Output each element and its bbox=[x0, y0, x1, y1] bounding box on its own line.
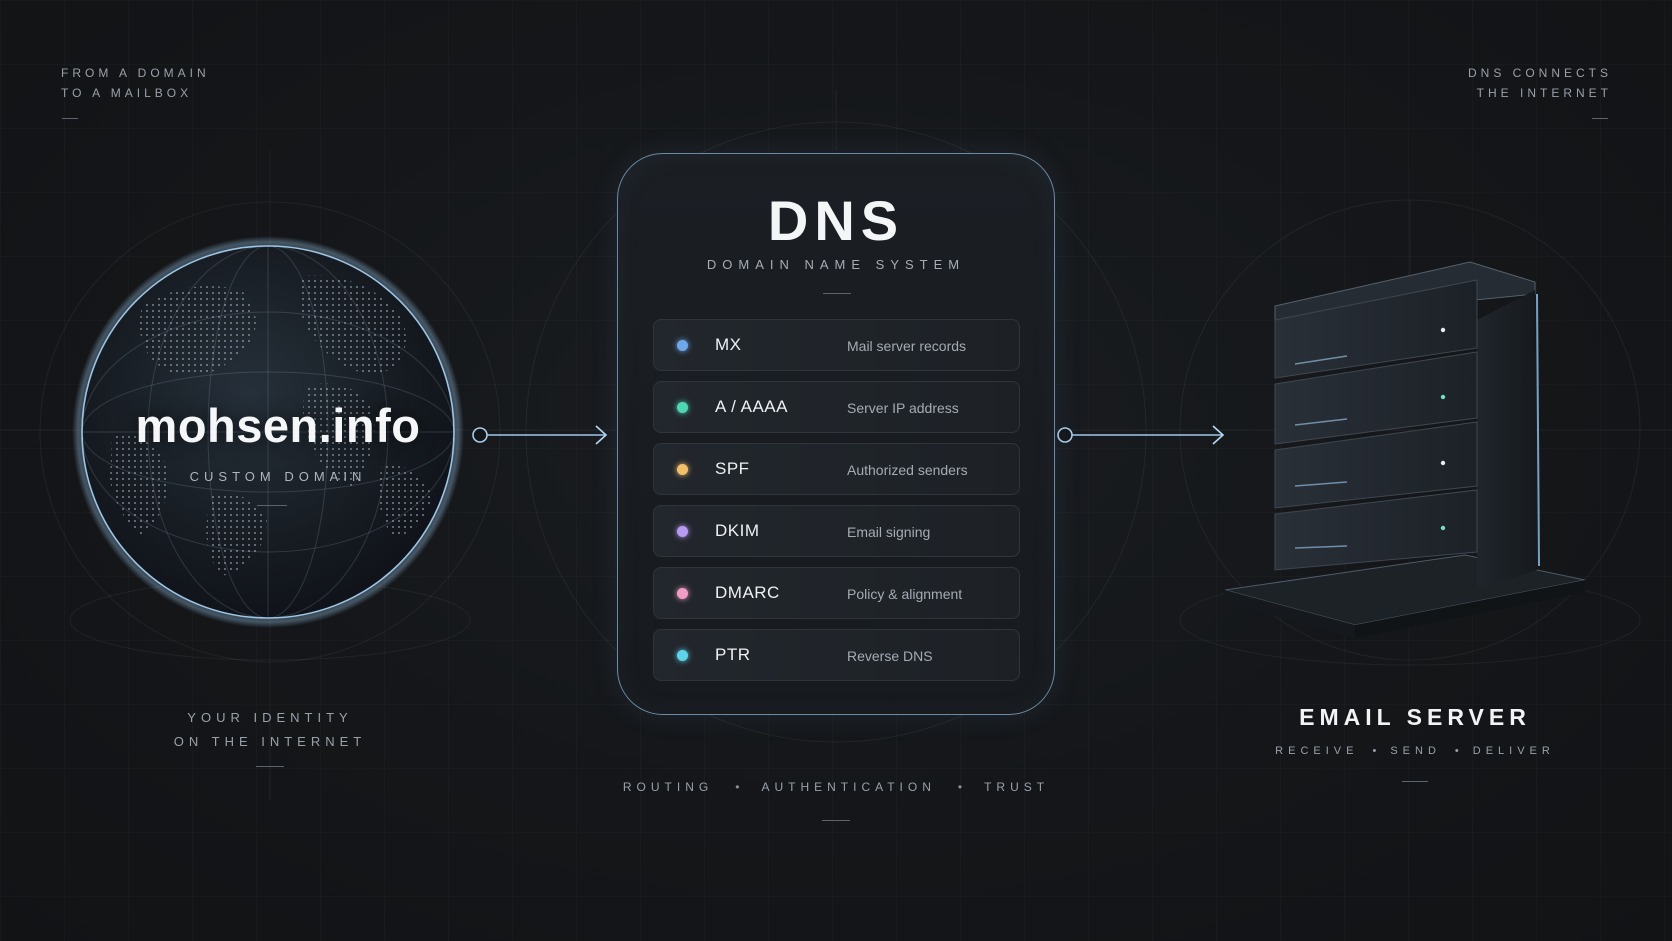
dns-tag: AUTHENTICATION bbox=[761, 780, 936, 794]
dns-record-row: DKIM Email signing bbox=[653, 505, 1020, 557]
dns-record-row: A / AAAA Server IP address bbox=[653, 381, 1020, 433]
record-description: Reverse DNS bbox=[847, 648, 933, 664]
status-dot-icon bbox=[677, 402, 688, 413]
dns-record-row: DMARC Policy & alignment bbox=[653, 567, 1020, 619]
connector-domain-to-dns bbox=[472, 425, 608, 445]
corner-right-dash bbox=[1592, 118, 1608, 119]
record-description: Server IP address bbox=[847, 400, 959, 416]
server-rack-icon bbox=[1224, 261, 1586, 638]
server-dash bbox=[1402, 781, 1428, 782]
separator-dot: • bbox=[957, 780, 963, 794]
server-action: RECEIVE bbox=[1275, 745, 1359, 757]
connector-dns-to-server bbox=[1057, 425, 1225, 445]
server-action: DELIVER bbox=[1472, 745, 1555, 757]
dns-record-list: MX Mail server records A / AAAA Server IP a… bbox=[653, 319, 1020, 691]
separator-dot: • bbox=[1372, 745, 1377, 757]
record-type: PTR bbox=[715, 645, 751, 664]
dns-tag: TRUST bbox=[984, 780, 1050, 794]
led-icon bbox=[1440, 394, 1446, 400]
status-dot-icon bbox=[677, 588, 688, 599]
dns-record-row: MX Mail server records bbox=[653, 319, 1020, 371]
domain-dash bbox=[257, 505, 287, 506]
record-type: DMARC bbox=[715, 583, 780, 602]
identity-caption: YOUR IDENTITY ON THE INTERNET bbox=[120, 706, 420, 754]
domain-label: CUSTOM DOMAIN bbox=[189, 469, 367, 484]
record-type: A / AAAA bbox=[715, 397, 788, 416]
status-dot-icon bbox=[677, 340, 688, 351]
record-description: Authorized senders bbox=[847, 462, 968, 478]
record-type: MX bbox=[715, 335, 742, 354]
dns-tags: ROUTING • AUTHENTICATION • TRUST bbox=[0, 780, 1672, 794]
server-title: EMAIL SERVER bbox=[1299, 704, 1531, 730]
separator-dot: • bbox=[1454, 745, 1459, 757]
status-dot-icon bbox=[677, 526, 688, 537]
corner-caption-left: FROM A DOMAIN TO A MAILBOX bbox=[61, 63, 210, 103]
dns-tags-dash bbox=[822, 820, 850, 821]
record-description: Mail server records bbox=[847, 338, 967, 354]
dns-tag: ROUTING bbox=[622, 780, 714, 794]
identity-line1: YOUR IDENTITY bbox=[187, 710, 353, 725]
separator-dot: • bbox=[735, 780, 740, 794]
led-icon bbox=[1440, 525, 1446, 531]
corner-right-line1: DNS CONNECTS bbox=[1467, 66, 1612, 80]
identity-dash bbox=[256, 766, 284, 767]
record-description: Email signing bbox=[847, 524, 931, 540]
corner-left-line1: FROM A DOMAIN bbox=[61, 66, 210, 80]
corner-caption-right: DNS CONNECTS THE INTERNET bbox=[1390, 63, 1612, 103]
record-description: Policy & alignment bbox=[847, 586, 963, 602]
corner-right-line2: THE INTERNET bbox=[1476, 86, 1612, 100]
dns-title: DNS bbox=[767, 189, 905, 252]
led-icon bbox=[1440, 460, 1446, 466]
dns-record-row: SPF Authorized senders bbox=[653, 443, 1020, 495]
server-action: SEND bbox=[1390, 745, 1441, 757]
corner-left-line2: TO A MAILBOX bbox=[61, 86, 193, 100]
server-actions: RECEIVE • SEND • DELIVER bbox=[1180, 745, 1650, 757]
dns-dash bbox=[823, 293, 851, 294]
identity-line2: ON THE INTERNET bbox=[173, 734, 367, 749]
led-icon bbox=[1440, 327, 1446, 333]
connector-node-icon bbox=[472, 427, 488, 443]
dns-record-row: PTR Reverse DNS bbox=[653, 629, 1020, 681]
corner-left-dash bbox=[62, 118, 78, 119]
status-dot-icon bbox=[677, 650, 688, 661]
status-dot-icon bbox=[677, 464, 688, 475]
record-type: SPF bbox=[715, 459, 750, 478]
record-type: DKIM bbox=[715, 521, 760, 540]
connector-node-icon bbox=[1057, 427, 1073, 443]
